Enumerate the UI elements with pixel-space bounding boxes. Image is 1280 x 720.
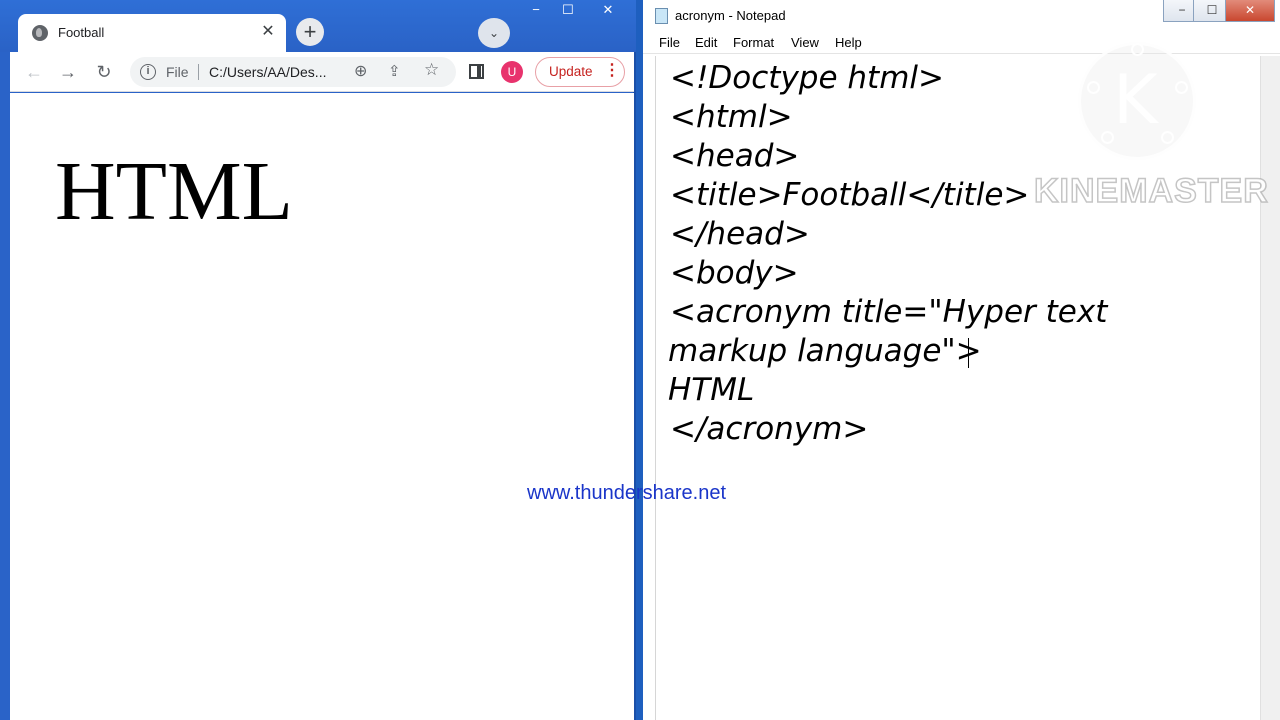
forward-icon[interactable]: → xyxy=(56,60,80,84)
menu-help[interactable]: Help xyxy=(835,35,862,50)
back-icon[interactable]: ← xyxy=(22,60,46,84)
menu-view[interactable]: View xyxy=(791,35,819,50)
kinemaster-logo-icon: K xyxy=(1078,42,1196,160)
logo-dot xyxy=(1175,81,1188,94)
notepad-editor[interactable]: <!Doctype html> <html> <head> <title>Foo… xyxy=(655,56,1255,720)
omnibox-divider xyxy=(198,64,199,80)
browser-window: Football ✕ + ⌄ − ☐ ✕ ← → ↻ i File C:/Use… xyxy=(0,0,636,720)
reload-icon[interactable]: ↻ xyxy=(92,60,116,84)
menu-dots-icon[interactable]: ⋮ xyxy=(604,60,620,80)
logo-letter: K xyxy=(1113,61,1158,140)
site-url-watermark: www.thundershare.net xyxy=(527,482,727,504)
browser-tab-football[interactable]: Football ✕ xyxy=(18,14,286,52)
code-line: </head> xyxy=(670,216,810,252)
browser-titlebar: Football ✕ + ⌄ − ☐ ✕ xyxy=(0,0,636,52)
address-bar[interactable]: i File C:/Users/AA/Des... ⊕ ⇪ ☆ xyxy=(130,57,456,87)
notepad-menubar: File Edit Format View Help xyxy=(643,32,1280,54)
notepad-titlebar: acronym - Notepad − ☐ ✕ xyxy=(643,0,1280,32)
zoom-icon[interactable]: ⊕ xyxy=(354,61,367,81)
side-panel-icon[interactable] xyxy=(469,64,484,79)
code-line: <html> xyxy=(670,99,793,135)
tab-title: Football xyxy=(58,25,105,40)
logo-dot xyxy=(1161,131,1174,144)
info-icon[interactable]: i xyxy=(140,64,156,80)
logo-dot xyxy=(1087,81,1100,94)
logo-dot xyxy=(1101,131,1114,144)
notepad-icon xyxy=(655,8,668,24)
url-text[interactable]: C:/Users/AA/Des... xyxy=(209,64,326,80)
bookmark-star-icon[interactable]: ☆ xyxy=(424,60,439,80)
code-line: HTML xyxy=(668,372,755,408)
notepad-close-button[interactable]: ✕ xyxy=(1225,0,1275,22)
menu-edit[interactable]: Edit xyxy=(695,35,717,50)
profile-avatar[interactable]: U xyxy=(501,61,523,83)
update-button[interactable]: Update ⋮ xyxy=(535,57,625,87)
menu-file[interactable]: File xyxy=(659,35,680,50)
update-label: Update xyxy=(549,64,593,79)
menu-format[interactable]: Format xyxy=(733,35,774,50)
code-line: <acronym title="Hyper text xyxy=(670,294,1108,330)
code-line: </acronym> xyxy=(670,411,869,447)
page-viewport: HTML xyxy=(10,93,634,720)
browser-toolbar: ← → ↻ i File C:/Users/AA/Des... ⊕ ⇪ ☆ U … xyxy=(10,52,634,92)
notepad-title: acronym - Notepad xyxy=(675,8,786,23)
kinemaster-watermark-text: KINEMASTER xyxy=(1033,171,1269,211)
code-line: markup language"> xyxy=(668,333,982,369)
logo-dot xyxy=(1131,43,1144,56)
close-button[interactable]: ✕ xyxy=(588,0,628,22)
rendered-acronym-text[interactable]: HTML xyxy=(55,143,293,240)
scheme-label: File xyxy=(166,64,189,80)
share-icon[interactable]: ⇪ xyxy=(388,62,401,80)
vertical-scrollbar[interactable] xyxy=(1260,56,1280,720)
tab-close-icon[interactable]: ✕ xyxy=(258,22,278,42)
maximize-button[interactable]: ☐ xyxy=(548,0,588,22)
text-caret xyxy=(968,338,969,368)
code-line: <body> xyxy=(670,255,799,291)
tab-search-button[interactable]: ⌄ xyxy=(478,18,510,48)
code-line: <!Doctype html> xyxy=(670,60,944,96)
code-line: <head> xyxy=(670,138,800,174)
globe-icon xyxy=(32,25,48,41)
code-line: <title>Football</title> xyxy=(670,177,1030,213)
new-tab-button[interactable]: + xyxy=(296,18,324,46)
